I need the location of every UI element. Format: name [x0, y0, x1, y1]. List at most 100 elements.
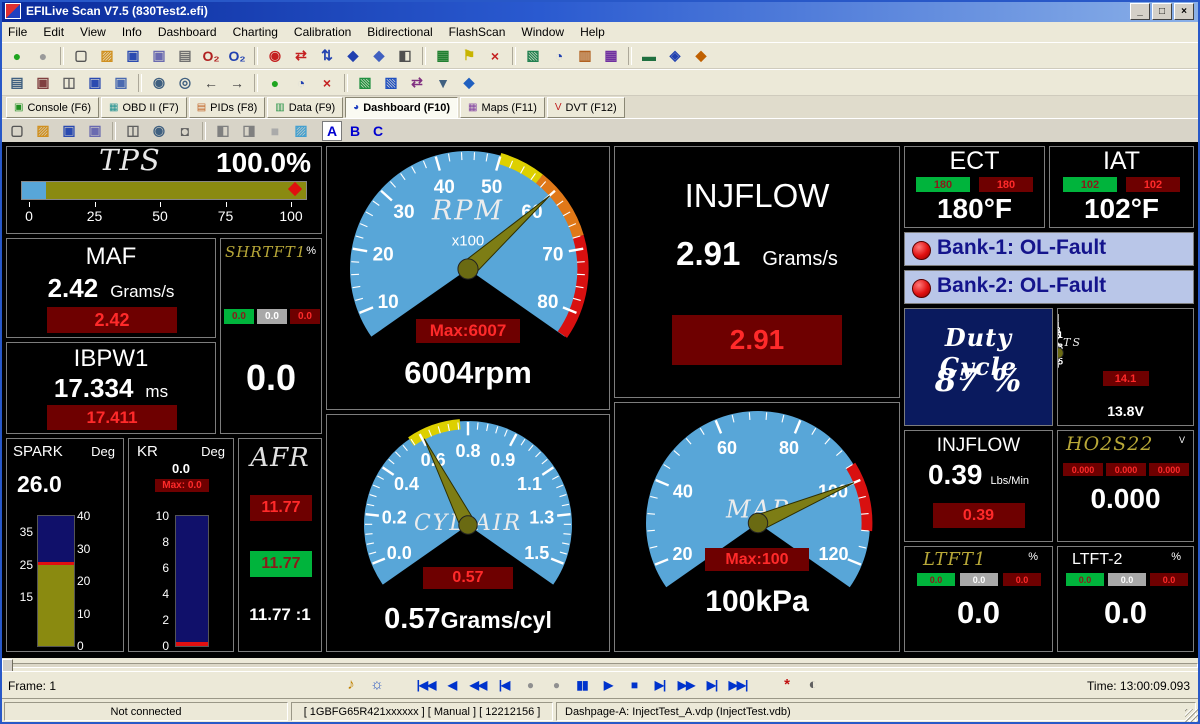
- zoom-out-icon[interactable]: ◎: [172, 71, 198, 95]
- play-button[interactable]: ▶: [596, 674, 620, 695]
- step-forward-button[interactable]: ▶|: [648, 674, 672, 695]
- menu-view[interactable]: View: [72, 22, 114, 42]
- dash-zoom-icon[interactable]: ◉: [146, 119, 172, 143]
- menu-file[interactable]: File: [0, 22, 35, 42]
- flag-icon[interactable]: ⚑: [456, 44, 482, 68]
- map-view-icon[interactable]: ▦: [598, 44, 624, 68]
- dashpage-b-button[interactable]: B: [345, 121, 365, 141]
- pause-button[interactable]: ▮▮: [570, 674, 594, 695]
- o2-monitor-icon[interactable]: O₂: [224, 44, 250, 68]
- dashpage-c-button[interactable]: C: [368, 121, 388, 141]
- cursor-left-icon[interactable]: ←: [198, 71, 224, 95]
- add-pid-grid-icon[interactable]: ▦: [430, 44, 456, 68]
- pid-validate-icon[interactable]: ▣: [30, 71, 56, 95]
- dash-copy-icon[interactable]: ◫: [120, 119, 146, 143]
- open-log-icon[interactable]: ▨: [94, 44, 120, 68]
- dash-new-icon[interactable]: ▢: [4, 119, 30, 143]
- menu-dashboard[interactable]: Dashboard: [150, 22, 225, 42]
- goto-start-button[interactable]: |◀◀: [414, 674, 438, 695]
- chart-blue-icon[interactable]: ▧: [378, 71, 404, 95]
- print-icon[interactable]: ▤: [172, 44, 198, 68]
- pid-list-icon[interactable]: ▤: [4, 71, 30, 95]
- record-button[interactable]: ●: [544, 674, 568, 695]
- copy-data-icon[interactable]: ◫: [56, 71, 82, 95]
- maximize-button[interactable]: □: [1152, 3, 1172, 20]
- menu-help[interactable]: Help: [572, 22, 613, 42]
- disconnect-log-icon[interactable]: *: [776, 674, 798, 695]
- tab-maps[interactable]: ▦Maps (F11): [460, 97, 545, 118]
- offline-icon[interactable]: ●: [30, 44, 56, 68]
- save-all-icon[interactable]: ▣: [146, 44, 172, 68]
- menu-bidirectional[interactable]: Bidirectional: [359, 22, 440, 42]
- connection-status: Not connected: [4, 702, 288, 721]
- dash-save-as-icon[interactable]: ▣: [82, 119, 108, 143]
- ink-drop-icon[interactable]: ◆: [456, 71, 482, 95]
- menu-flashscan[interactable]: FlashScan: [441, 22, 514, 42]
- brightness-icon[interactable]: ☼: [366, 674, 388, 695]
- spark-bar: [37, 515, 75, 647]
- record-pause-button[interactable]: ●: [518, 674, 542, 695]
- stop-button[interactable]: ■: [622, 674, 646, 695]
- obd-port-icon[interactable]: ◧: [392, 44, 418, 68]
- step-back-button[interactable]: |◀: [492, 674, 516, 695]
- tab-console[interactable]: ▣Console (F6): [6, 97, 99, 118]
- goto-end-button[interactable]: ▶▶|: [726, 674, 750, 695]
- frame-trackbar[interactable]: [0, 658, 1200, 671]
- ltft2-min-box: 0.0: [1066, 573, 1104, 586]
- dash-config-icon[interactable]: ◔: [288, 71, 314, 95]
- minimize-button[interactable]: _: [1130, 3, 1150, 20]
- tab-obd[interactable]: ▦OBD II (F7): [101, 97, 187, 118]
- help-books-icon[interactable]: ◆: [688, 44, 714, 68]
- info-icon[interactable]: ◐: [802, 674, 824, 695]
- new-log-icon[interactable]: ▢: [68, 44, 94, 68]
- dash-open-icon[interactable]: ▨: [30, 119, 56, 143]
- dashpage-a-button[interactable]: A: [322, 121, 342, 141]
- chart-icon[interactable]: ▧: [520, 44, 546, 68]
- play-reverse-button[interactable]: ◀: [440, 674, 464, 695]
- tab-dashboard[interactable]: ◕Dashboard (F10): [345, 97, 458, 118]
- menu-calibration[interactable]: Calibration: [286, 22, 359, 42]
- dash-gradient-swatch[interactable]: ▨: [288, 119, 314, 143]
- o2-reset-icon[interactable]: O₂: [198, 44, 224, 68]
- tab-data[interactable]: ▥Data (F9): [267, 97, 343, 118]
- record-icon[interactable]: ◉: [262, 44, 288, 68]
- notebook-icon[interactable]: ▬: [636, 44, 662, 68]
- rewind-button[interactable]: ◀◀: [466, 674, 490, 695]
- menu-info[interactable]: Info: [114, 22, 150, 42]
- close-view-icon[interactable]: ×: [314, 71, 340, 95]
- dash-prev-icon[interactable]: ◧: [210, 119, 236, 143]
- go-live-icon[interactable]: ●: [262, 71, 288, 95]
- skip-forward-button[interactable]: ▶|: [700, 674, 724, 695]
- filter-icon[interactable]: ▼: [430, 71, 456, 95]
- zoom-in-icon[interactable]: ◉: [146, 71, 172, 95]
- tab-dvt[interactable]: VDVT (F12): [547, 97, 625, 118]
- menu-window[interactable]: Window: [513, 22, 572, 42]
- title-bar[interactable]: EFILive Scan V7.5 (830Test2.efi) _□×: [0, 0, 1200, 22]
- delete-icon[interactable]: ×: [482, 44, 508, 68]
- save-csv-icon[interactable]: ▣: [82, 71, 108, 95]
- save-log-icon[interactable]: ▣: [120, 44, 146, 68]
- audio-icon[interactable]: ♪: [340, 674, 362, 695]
- dash-blank-swatch[interactable]: ■: [262, 119, 288, 143]
- trailer-icon[interactable]: ◆: [366, 44, 392, 68]
- fast-forward-button[interactable]: ▶▶: [674, 674, 698, 695]
- dash-lock-icon[interactable]: ◘: [172, 119, 198, 143]
- upload-tune-icon[interactable]: ⇅: [314, 44, 340, 68]
- cursor-right-icon[interactable]: →: [224, 71, 250, 95]
- chart-green-icon[interactable]: ▧: [352, 71, 378, 95]
- dash-next-icon[interactable]: ◨: [236, 119, 262, 143]
- menu-edit[interactable]: Edit: [35, 22, 72, 42]
- tune-tool-icon[interactable]: ◈: [662, 44, 688, 68]
- close-button[interactable]: ×: [1174, 3, 1194, 20]
- tab-pids[interactable]: ▤PIDs (F8): [189, 97, 266, 118]
- table-view-icon[interactable]: ▥: [572, 44, 598, 68]
- connect-icon[interactable]: ●: [4, 44, 30, 68]
- rx-tx-icon[interactable]: ⇄: [288, 44, 314, 68]
- save-frame-icon[interactable]: ▣: [108, 71, 134, 95]
- vehicle-icon[interactable]: ◆: [340, 44, 366, 68]
- dash-save-icon[interactable]: ▣: [56, 119, 82, 143]
- gauge-view-icon[interactable]: ◔: [546, 44, 572, 68]
- resize-grip[interactable]: [1185, 709, 1198, 722]
- swap-series-icon[interactable]: ⇄: [404, 71, 430, 95]
- menu-charting[interactable]: Charting: [225, 22, 286, 42]
